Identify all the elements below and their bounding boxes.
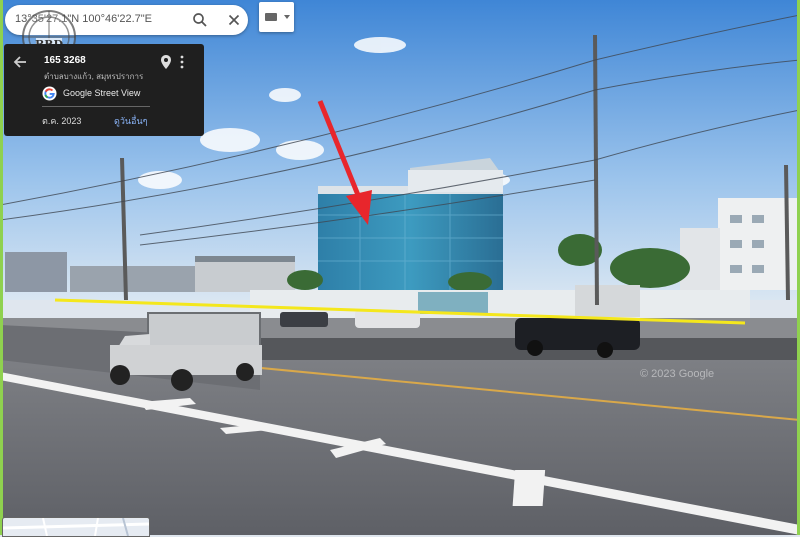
back-arrow-icon[interactable] — [12, 54, 28, 70]
place-title: 165 3268 — [44, 55, 86, 66]
dark-car — [280, 312, 328, 327]
map-pin-icon[interactable] — [160, 54, 172, 70]
minimap-roads — [3, 518, 149, 536]
more-vert-icon[interactable] — [179, 54, 185, 70]
keyboard-button[interactable] — [259, 2, 294, 32]
keyboard-icon — [265, 13, 290, 21]
street-view-source: Google Street View — [42, 84, 140, 102]
see-more-dates-link[interactable]: ดูวันอื่นๆ — [114, 114, 147, 128]
panel-divider — [42, 106, 150, 107]
place-subtitle: ตำบลบางแก้ว, สมุทรปราการ — [44, 72, 144, 81]
street-view-label: Google Street View — [63, 88, 141, 98]
close-icon[interactable] — [225, 11, 243, 29]
google-logo-icon — [42, 85, 57, 101]
capture-date: ต.ค. 2023 — [42, 116, 82, 126]
minimap-thumbnail[interactable] — [2, 517, 150, 537]
building-left-distant — [5, 252, 67, 292]
google-watermark: © 2023 Google — [640, 368, 715, 380]
street-view-info-panel: 165 3268 ตำบลบางแก้ว, สมุทรปราการ Google… — [4, 44, 204, 136]
search-icon[interactable] — [191, 11, 209, 29]
building-left-low — [70, 266, 195, 292]
frame-border-left — [0, 0, 3, 535]
